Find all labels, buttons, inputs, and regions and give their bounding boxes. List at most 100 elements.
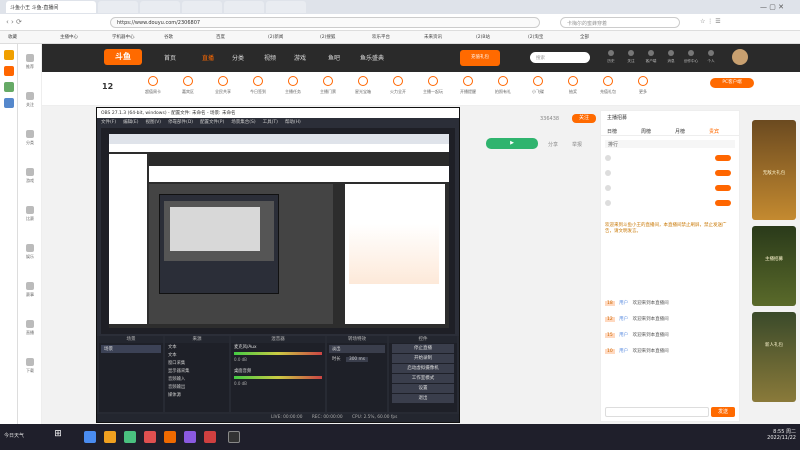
menu-edit[interactable]: 编辑(E) bbox=[123, 120, 138, 125]
sidebar-item[interactable]: 直播 bbox=[18, 320, 42, 336]
sidebar-item[interactable]: 关注 bbox=[18, 92, 42, 108]
obs-preview[interactable] bbox=[101, 128, 455, 334]
subnav-item[interactable]: 主播一起玩 bbox=[418, 76, 448, 95]
transition-select[interactable]: 淡出 bbox=[329, 345, 385, 353]
user-link[interactable]: 消息 bbox=[662, 50, 680, 64]
chat-user[interactable]: 用户 bbox=[619, 333, 628, 338]
menu-file[interactable]: 文件(F) bbox=[101, 120, 116, 125]
app-icon[interactable] bbox=[4, 66, 14, 76]
nav-6[interactable]: 鱼乐盛典 bbox=[360, 53, 384, 62]
start-recording-button[interactable]: 开始录制 bbox=[392, 354, 454, 363]
nav-1[interactable]: 直播 bbox=[202, 53, 214, 62]
tab[interactable] bbox=[266, 1, 306, 13]
follow-button[interactable]: 关注 bbox=[572, 114, 596, 123]
sidebar-item[interactable]: 游戏 bbox=[18, 168, 42, 184]
rank-button[interactable] bbox=[715, 200, 731, 206]
taskbar-app-icon[interactable] bbox=[124, 431, 136, 443]
subnav-item[interactable]: 开播提醒 bbox=[453, 76, 483, 95]
site-logo[interactable]: 斗鱼 bbox=[104, 49, 142, 65]
taskbar-app-icon[interactable] bbox=[144, 431, 156, 443]
subnav-item[interactable]: 主播门票 bbox=[313, 76, 343, 95]
nav-arrows-icon[interactable]: ‹ › ⟳ bbox=[6, 18, 22, 26]
pc-client-button[interactable]: PC客户端 bbox=[710, 78, 754, 88]
promo-badge[interactable]: 充值礼包 bbox=[460, 50, 500, 66]
sidebar-item[interactable]: 下载 bbox=[18, 358, 42, 374]
stop-streaming-button[interactable]: 停止直播 bbox=[392, 344, 454, 353]
source-item[interactable]: 音频输入 bbox=[165, 375, 229, 383]
exit-button[interactable]: 退出 bbox=[392, 394, 454, 403]
send-button[interactable]: 发送 bbox=[711, 407, 735, 417]
bookmark-item[interactable]: 学机器中心 bbox=[112, 34, 135, 40]
subnav-item[interactable]: 拍照有礼 bbox=[488, 76, 518, 95]
subnav-item[interactable]: 充值礼包 bbox=[593, 76, 623, 95]
taskbar-app-icon[interactable] bbox=[84, 431, 96, 443]
tab-active[interactable]: 斗鱼小王 斗鱼-直播间 bbox=[6, 1, 96, 13]
report-link[interactable]: 举报 bbox=[572, 141, 582, 148]
chat-user[interactable]: 用户 bbox=[619, 301, 628, 306]
sidebar-item[interactable]: 分类 bbox=[18, 130, 42, 146]
virtual-camera-button[interactable]: 启动虚拟摄像机 bbox=[392, 364, 454, 373]
subnav-item[interactable]: 火力全开 bbox=[383, 76, 413, 95]
share-link[interactable]: 分享 bbox=[548, 141, 558, 148]
studio-mode-button[interactable]: 工作室模式 bbox=[392, 374, 454, 383]
subnav-item[interactable]: 小飞碟 bbox=[523, 76, 553, 95]
system-clock[interactable]: 8:55 周二 2022/11/22 bbox=[756, 428, 796, 441]
sidebar-item[interactable]: 推荐 bbox=[18, 54, 42, 70]
tab-week-rank[interactable]: 周榜 bbox=[641, 128, 651, 135]
app-icon[interactable] bbox=[4, 98, 14, 108]
nav-2[interactable]: 分类 bbox=[232, 53, 244, 62]
source-item[interactable]: 媒体源 bbox=[165, 391, 229, 399]
settings-button[interactable]: 设置 bbox=[392, 384, 454, 393]
tab[interactable] bbox=[224, 1, 264, 13]
subnav-item[interactable]: 星光宝箱 bbox=[348, 76, 378, 95]
menu-scene-collection[interactable]: 场景集合(S) bbox=[231, 120, 255, 125]
taskbar-app-icon[interactable] bbox=[204, 431, 216, 443]
bookmark-item[interactable]: (2)淘宝 bbox=[528, 34, 543, 40]
bookmark-item[interactable]: 全部 bbox=[580, 34, 589, 40]
bookmark-item[interactable]: 百度 bbox=[216, 34, 225, 40]
user-link[interactable]: 关注 bbox=[622, 50, 640, 64]
rank-button[interactable] bbox=[715, 170, 731, 176]
rank-button[interactable] bbox=[715, 155, 731, 161]
source-item[interactable]: 音频输出 bbox=[165, 383, 229, 391]
user-link[interactable]: 创作中心 bbox=[682, 50, 700, 64]
chat-user[interactable]: 用户 bbox=[619, 349, 628, 354]
subnav-item[interactable]: 嘉宾区 bbox=[173, 76, 203, 95]
tab[interactable] bbox=[182, 1, 222, 13]
app-icon[interactable] bbox=[4, 82, 14, 92]
bookmark-item[interactable]: 未来资讯 bbox=[424, 34, 442, 40]
ad-card[interactable]: 无敌大礼包 bbox=[752, 120, 796, 220]
site-search-input[interactable]: 搜索 bbox=[530, 52, 590, 63]
menu-tools[interactable]: 工具(T) bbox=[263, 120, 278, 125]
window-controls[interactable]: — ▢ ✕ bbox=[760, 3, 784, 11]
gift-badge[interactable]: ▶ bbox=[486, 138, 538, 149]
taskbar-app-icon[interactable] bbox=[184, 431, 196, 443]
user-link[interactable]: 历史 bbox=[602, 50, 620, 64]
tab[interactable] bbox=[140, 1, 180, 13]
chat-user[interactable]: 用户 bbox=[619, 317, 628, 322]
nav-4[interactable]: 游戏 bbox=[294, 53, 306, 62]
url-field[interactable]: https://www.douyu.com/2306807 bbox=[110, 17, 540, 28]
bookmark-item[interactable]: 收藏 bbox=[8, 34, 17, 40]
source-item[interactable]: 文本 bbox=[165, 351, 229, 359]
taskbar-app-icon[interactable] bbox=[104, 431, 116, 443]
source-item[interactable]: 显示器采集 bbox=[165, 367, 229, 375]
nav-5[interactable]: 鱼吧 bbox=[328, 53, 340, 62]
chat-input[interactable] bbox=[605, 407, 709, 417]
menu-docks[interactable]: 停靠部件(D) bbox=[168, 120, 193, 125]
taskbar-app-icon[interactable] bbox=[164, 431, 176, 443]
tab[interactable] bbox=[98, 1, 138, 13]
sidebar-item[interactable]: 赛事 bbox=[18, 282, 42, 298]
bookmark-item[interactable]: 欢乐平台 bbox=[372, 34, 390, 40]
tab-vip[interactable]: 贵宾 bbox=[709, 128, 719, 135]
windows-start-icon[interactable]: ⊞ bbox=[44, 429, 72, 445]
user-link[interactable]: 客户端 bbox=[642, 50, 660, 64]
bookmark-item[interactable]: (2)搜狐 bbox=[320, 34, 335, 40]
subnav-item[interactable]: 全民共享 bbox=[208, 76, 238, 95]
rank-button[interactable] bbox=[715, 185, 731, 191]
subnav-item[interactable]: 主播任务 bbox=[278, 76, 308, 95]
subnav-item[interactable]: 抽奖 bbox=[558, 76, 588, 95]
ad-card[interactable]: 主播招募 bbox=[752, 226, 796, 306]
tab-day-rank[interactable]: 日榜 bbox=[607, 128, 617, 135]
bookmark-item[interactable]: 谷歌 bbox=[164, 34, 173, 40]
